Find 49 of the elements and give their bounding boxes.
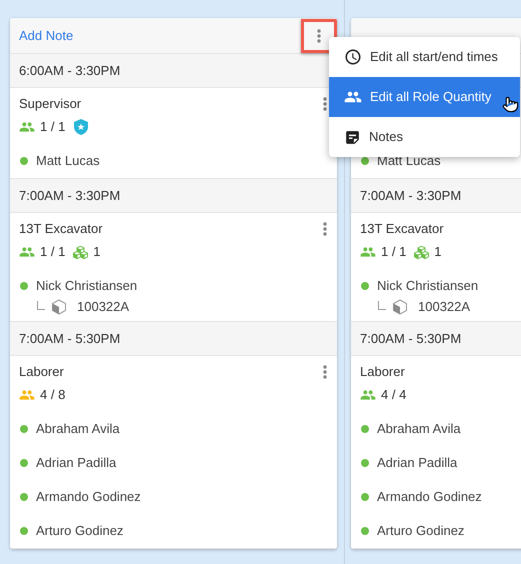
tree-branch-icon (37, 300, 45, 310)
person-name: Abraham Avila (36, 420, 120, 438)
person-name: Nick Christiansen (36, 277, 138, 296)
cubes-icon (73, 244, 88, 260)
equipment-id: 100322A (418, 298, 470, 316)
person-name: Adrian Padilla (36, 454, 116, 472)
kebab-icon (323, 222, 327, 236)
role-count: 4 / 8 (40, 386, 66, 404)
role-title: Supervisor (19, 95, 82, 114)
note-icon (344, 128, 361, 146)
person-name: Armando Godinez (377, 488, 482, 506)
person-name: Arturo Godinez (377, 522, 464, 540)
menu-item[interactable]: Notes (329, 117, 520, 157)
role-count: 1 / 1 (40, 243, 66, 262)
menu-item[interactable]: Edit all start/end times (329, 37, 520, 77)
role-title: 13T Excavator (19, 220, 103, 238)
person-name: Adrian Padilla (377, 454, 458, 472)
person-name: Matt Lucas (36, 152, 100, 170)
equipment-count: 1 (93, 243, 101, 262)
shift-time: 7:00AM - 3:30PM (19, 186, 120, 205)
person-name: Abraham Avila (377, 420, 461, 438)
role-title: Laborer (360, 363, 405, 382)
kebab-icon (317, 28, 321, 42)
more-button[interactable] (323, 222, 327, 236)
clock-icon (344, 48, 362, 66)
shift-time: 7:00AM - 5:30PM (19, 330, 120, 348)
role-title: Laborer (19, 363, 64, 382)
shift-time: 7:00AM - 3:30PM (360, 186, 462, 205)
person-name: Nick Christiansen (377, 277, 478, 296)
role-count: 4 / 4 (381, 386, 406, 404)
person-name: Arturo Godinez (36, 522, 124, 540)
role-title: 13T Excavator (360, 220, 444, 238)
shift-time: 6:00AM - 3:30PM (19, 62, 120, 80)
more-button[interactable] (323, 365, 327, 379)
role-count: 1 / 1 (381, 243, 406, 262)
equipment-count: 1 (434, 243, 442, 262)
kebab-icon (323, 97, 327, 111)
hand-cursor-icon (502, 96, 519, 113)
shift-time: 7:00AM - 5:30PM (360, 330, 462, 348)
role-count: 1 / 1 (40, 118, 66, 136)
shield-star-icon (74, 119, 88, 135)
more-button[interactable] (323, 97, 327, 111)
person-name: Armando Godinez (36, 488, 141, 506)
equipment-id: 100322A (77, 298, 130, 316)
tree-branch-icon (378, 300, 386, 310)
kebab-icon (323, 365, 327, 379)
menu-item[interactable]: Edit all Role Quantity (329, 77, 520, 117)
cubes-icon (414, 244, 430, 260)
add-note-link[interactable]: Add Note (19, 26, 74, 46)
